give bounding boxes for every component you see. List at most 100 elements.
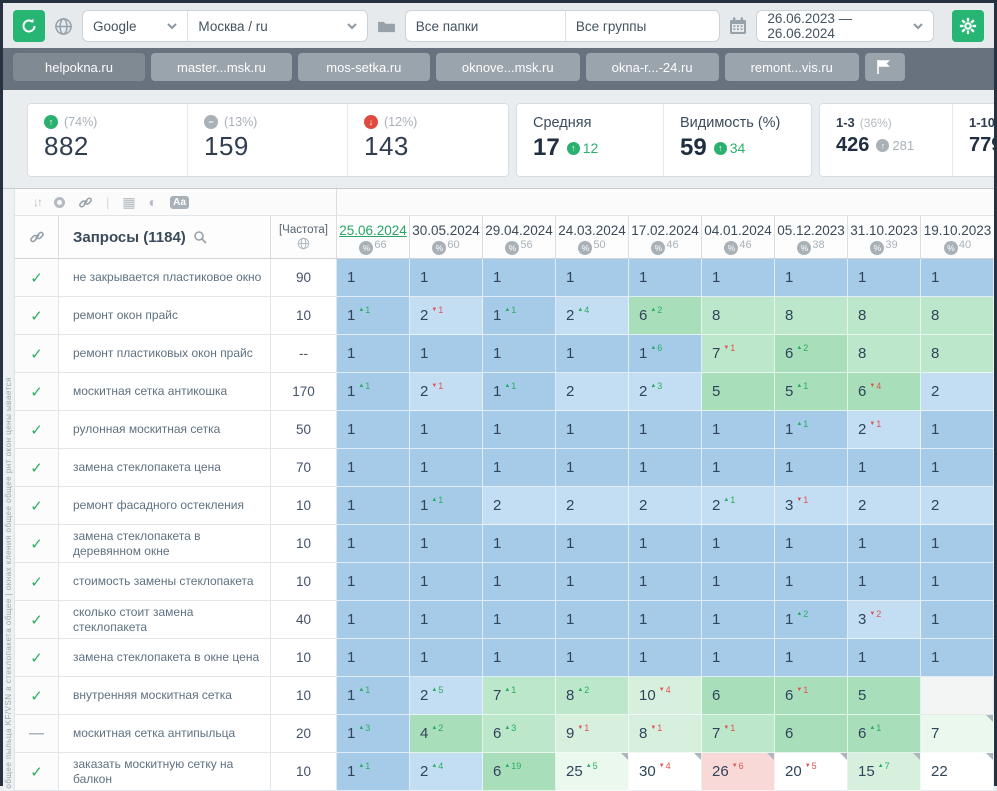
- search-icon[interactable]: [193, 230, 207, 244]
- row-check-icon[interactable]: ✓: [15, 373, 59, 411]
- row-check-icon[interactable]: ✓: [15, 563, 59, 601]
- globe-icon: [54, 17, 73, 36]
- table-view-icon[interactable]: ▦: [122, 194, 135, 211]
- refresh-button[interactable]: [13, 10, 45, 42]
- position-value: 8: [931, 345, 939, 362]
- position-cell: 1▲1: [483, 297, 556, 335]
- contrast-icon[interactable]: ◐: [149, 194, 157, 210]
- folders-filter[interactable]: Все папки: [406, 11, 565, 41]
- date-range-select[interactable]: 26.06.2023 — 26.06.2024: [757, 11, 933, 41]
- percent-icon: %: [505, 241, 519, 255]
- query-cell[interactable]: заказать москитную сетку на балкон: [59, 753, 271, 791]
- position-value: 1: [420, 573, 428, 590]
- query-cell[interactable]: москитная сетка антикошка: [59, 373, 271, 411]
- project-tab-mos-setka.ru[interactable]: mos-setka.ru: [298, 53, 430, 81]
- row-status-dash-icon[interactable]: —: [15, 715, 59, 753]
- date-label[interactable]: 17.02.2024: [631, 223, 699, 238]
- date-label[interactable]: 05.12.2023: [777, 223, 845, 238]
- position-value: 1: [566, 345, 574, 362]
- query-cell[interactable]: стоимость замены стеклопакета: [59, 563, 271, 601]
- position-value: 7: [493, 687, 501, 704]
- position-value: 1: [712, 573, 720, 590]
- row-check-icon[interactable]: ✓: [15, 525, 59, 563]
- row-check-icon[interactable]: ✓: [15, 259, 59, 297]
- frequency-column-header[interactable]: [Частота]: [271, 216, 337, 258]
- query-cell[interactable]: замена стеклопакета в окне цена: [59, 639, 271, 677]
- position-change-up: ▲2: [577, 685, 589, 695]
- row-check-icon[interactable]: ✓: [15, 297, 59, 335]
- position-value: 8: [712, 307, 720, 324]
- query-cell[interactable]: замена стеклопакета в деревянном окне: [59, 525, 271, 563]
- position-value: 6: [712, 687, 720, 704]
- row-check-icon[interactable]: ✓: [15, 335, 59, 373]
- position-change-up: ▲2: [796, 343, 808, 353]
- flag-tab[interactable]: [865, 53, 905, 81]
- project-tab-master...msk.ru[interactable]: master...msk.ru: [151, 53, 292, 81]
- link-icon[interactable]: [78, 195, 93, 210]
- project-tab-remont...vis.ru[interactable]: remont...vis.ru: [725, 53, 859, 81]
- query-cell[interactable]: не закрывается пластиковое окно: [59, 259, 271, 297]
- date-label[interactable]: 19.10.2023: [924, 223, 992, 238]
- folders-filter-value: Все папки: [416, 19, 479, 34]
- position-value: 8: [858, 307, 866, 324]
- query-cell[interactable]: ремонт пластиковых окон прайс: [59, 335, 271, 373]
- project-tab-oknove...msk.ru[interactable]: oknove...msk.ru: [436, 53, 580, 81]
- query-cell[interactable]: москитная сетка антипыльца: [59, 715, 271, 753]
- left-vertical-strip: общее пыльца KF/VSN в стеклопакета общее…: [3, 189, 15, 791]
- row-check-icon[interactable]: ✓: [15, 753, 59, 791]
- position-value: 1: [347, 383, 355, 400]
- row-check-icon[interactable]: ✓: [15, 601, 59, 639]
- position-cell: 1: [702, 449, 775, 487]
- query-cell[interactable]: сколько стоит замена стеклопакета: [59, 601, 271, 639]
- date-label[interactable]: 24.03.2024: [558, 223, 626, 238]
- query-cell[interactable]: ремонт окон прайс: [59, 297, 271, 335]
- date-label[interactable]: 25.06.2024: [339, 223, 407, 238]
- search-engine-select[interactable]: Google: [83, 11, 187, 41]
- table-row: ✓рулонная москитная сетка501111111▲12▼11: [15, 411, 994, 449]
- position-value: 1: [931, 535, 939, 552]
- position-value: 1: [931, 421, 939, 438]
- query-cell[interactable]: рулонная москитная сетка: [59, 411, 271, 449]
- row-check-icon[interactable]: ✓: [15, 411, 59, 449]
- groups-filter[interactable]: Все группы: [565, 11, 719, 41]
- table-row: ✓замена стеклопакета цена70111111111: [15, 449, 994, 487]
- position-value: 1: [493, 573, 501, 590]
- visibility-pct-value: 50: [593, 239, 605, 251]
- position-value: 1: [347, 573, 355, 590]
- row-check-icon[interactable]: ✓: [15, 487, 59, 525]
- region-select[interactable]: Москва / ru: [187, 11, 366, 41]
- sort-icon[interactable]: ↓↑: [33, 195, 41, 209]
- date-label[interactable]: 29.04.2024: [485, 223, 553, 238]
- up-circle-icon: ↑: [714, 142, 727, 155]
- settings-button[interactable]: [952, 10, 984, 42]
- position-cell: 2▲4: [556, 297, 629, 335]
- search-engine-value: Google: [93, 19, 137, 34]
- project-tab-helpokna.ru[interactable]: helpokna.ru: [13, 53, 145, 81]
- snippet-corner-marker: [621, 753, 628, 760]
- text-case-icon[interactable]: Aa: [170, 196, 189, 209]
- row-check-icon[interactable]: ✓: [15, 677, 59, 715]
- row-check-icon[interactable]: ✓: [15, 449, 59, 487]
- visibility-pct-badge: %56: [505, 239, 532, 255]
- query-text: ремонт фасадного остекления: [73, 498, 244, 513]
- target-icon[interactable]: [54, 197, 65, 208]
- table-row: —москитная сетка антипыльца201▲34▲26▲39▼…: [15, 715, 994, 753]
- query-cell[interactable]: внутренняя москитная сетка: [59, 677, 271, 715]
- date-label[interactable]: 31.10.2023: [850, 223, 918, 238]
- percent-icon: %: [432, 241, 446, 255]
- query-cell[interactable]: ремонт фасадного остекления: [59, 487, 271, 525]
- link-column-header[interactable]: [15, 216, 59, 258]
- date-label[interactable]: 30.05.2024: [412, 223, 480, 238]
- position-value: 5: [858, 687, 866, 704]
- position-cell: 26▼6: [702, 753, 775, 791]
- position-cell: 8: [921, 335, 994, 373]
- visibility-pct-badge: %38: [797, 239, 824, 255]
- project-tab-okna-r...-24.ru[interactable]: okna-r...-24.ru: [586, 53, 719, 81]
- table-row: ✓внутренняя москитная сетка101▲12▲57▲18▲…: [15, 677, 994, 715]
- position-cell: 1: [483, 525, 556, 563]
- frequency-cell: 10: [271, 297, 337, 335]
- date-label[interactable]: 04.01.2024: [704, 223, 772, 238]
- position-value: 5: [785, 383, 793, 400]
- query-cell[interactable]: замена стеклопакета цена: [59, 449, 271, 487]
- row-check-icon[interactable]: ✓: [15, 639, 59, 677]
